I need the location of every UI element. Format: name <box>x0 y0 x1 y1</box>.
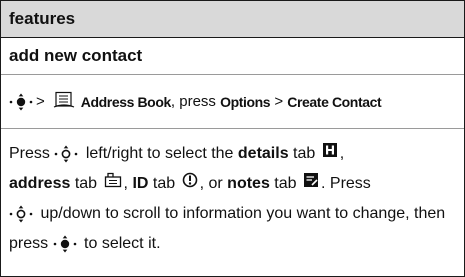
header-title: features <box>9 9 76 28</box>
details-label: details <box>237 145 289 163</box>
desc-tab-4: tab <box>274 175 297 193</box>
id-tab-icon <box>182 169 198 199</box>
desc-tab-3: tab <box>152 175 176 193</box>
desc-tab-2: tab <box>74 175 98 193</box>
menu-path-row: > Address Book , press Options > Create … <box>1 75 464 129</box>
path-separator: > <box>36 93 45 110</box>
nav-key-center-icon-2 <box>53 235 77 253</box>
id-label: ID <box>132 175 149 193</box>
section-title: add new contact <box>9 46 143 65</box>
path-separator-2: > <box>274 93 284 110</box>
desc-press: Press <box>9 145 50 163</box>
header-bar: features <box>1 1 464 38</box>
press-text: , press <box>170 93 216 110</box>
create-contact-label: Create Contact <box>287 93 382 110</box>
notes-tab-icon <box>303 169 319 199</box>
address-tab-icon <box>104 169 122 199</box>
notes-label: notes <box>227 175 270 193</box>
address-book-label: Address Book <box>80 93 172 110</box>
nav-key-center-icon <box>9 93 33 111</box>
feature-box: features add new contact > Address Book … <box>0 0 465 277</box>
options-label: Options <box>220 93 271 110</box>
desc-select-it: to select it. <box>84 235 161 253</box>
details-tab-icon <box>322 139 338 169</box>
instructions-paragraph: Press left/right to select the details t… <box>1 129 464 259</box>
desc-press-2: . Press <box>321 175 371 193</box>
nav-key-icon-2 <box>9 205 33 223</box>
desc-left-right: left/right to select the <box>85 145 234 163</box>
nav-key-icon <box>54 145 78 163</box>
desc-or: , or <box>199 175 223 193</box>
address-label: address <box>9 175 71 193</box>
section-heading-row: add new contact <box>1 38 464 75</box>
desc-tab-1: tab <box>293 145 316 163</box>
address-book-icon <box>53 91 75 113</box>
